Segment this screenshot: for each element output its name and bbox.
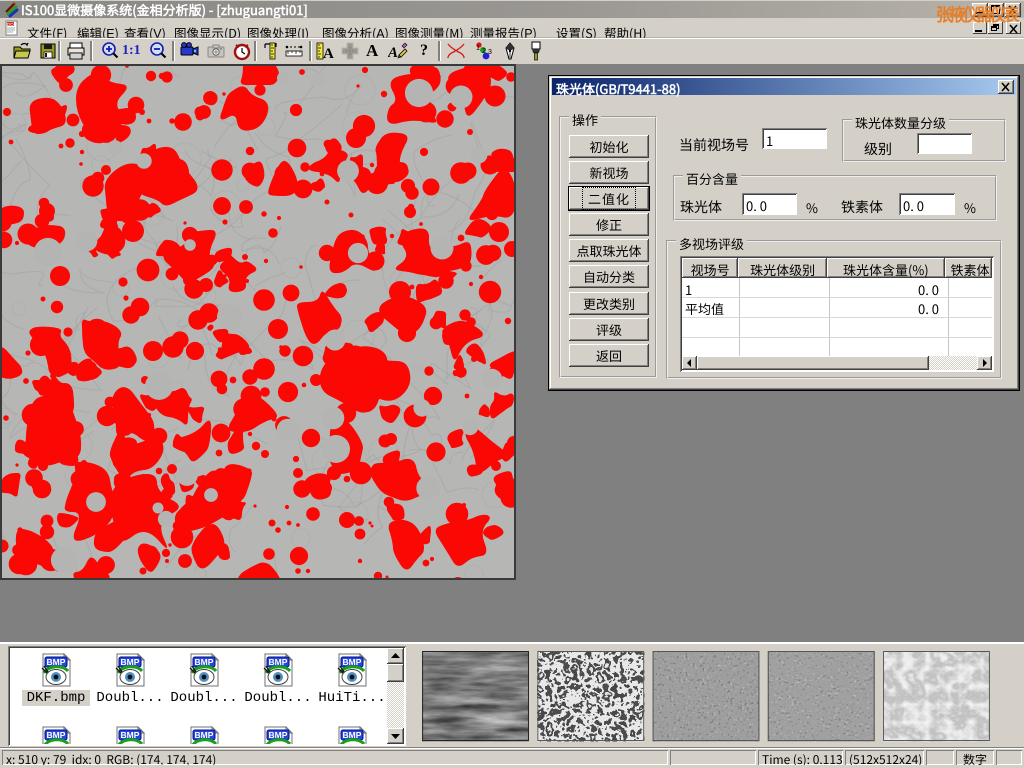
svg-text:DOC: DOC bbox=[7, 22, 18, 27]
svg-text:1: 1 bbox=[476, 45, 480, 52]
svg-text:2: 2 bbox=[482, 48, 486, 55]
svg-text:3: 3 bbox=[488, 49, 492, 56]
svg-text:A: A bbox=[323, 46, 334, 61]
svg-text:A: A bbox=[388, 45, 398, 61]
